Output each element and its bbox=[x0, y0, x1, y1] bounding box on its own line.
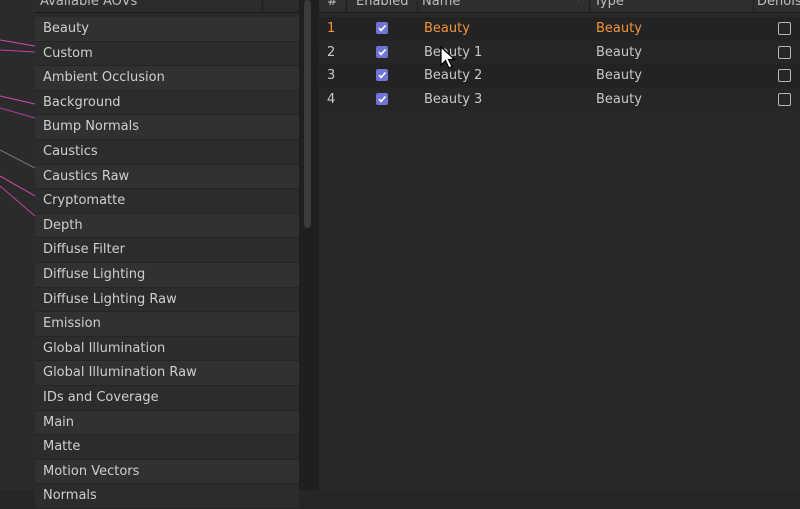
layer-type: Beauty bbox=[596, 91, 642, 107]
denoise-checkbox[interactable] bbox=[778, 22, 791, 36]
available-aovs-list: Beauty Custom Ambient Occlusion Backgrou… bbox=[35, 17, 299, 509]
aov-layers-panel: # Enabled Name ▼ Type Denoise 1 Beauty B… bbox=[319, 0, 800, 490]
column-header-type[interactable]: Type bbox=[590, 0, 754, 12]
layer-name[interactable]: Beauty bbox=[424, 17, 470, 41]
enabled-checkbox[interactable] bbox=[376, 69, 388, 83]
aov-item[interactable]: Diffuse Lighting bbox=[35, 262, 299, 288]
aov-item[interactable]: Normals bbox=[35, 484, 299, 509]
aov-item[interactable]: Bump Normals bbox=[35, 115, 299, 140]
column-header-enabled[interactable]: Enabled bbox=[352, 0, 418, 12]
aov-layer-row[interactable]: 3 Beauty 2 Beauty bbox=[319, 64, 800, 88]
aov-item[interactable]: Caustics bbox=[35, 139, 299, 165]
enabled-checkbox[interactable] bbox=[376, 22, 388, 36]
layer-name[interactable]: Beauty 3 bbox=[424, 88, 482, 112]
row-number: 4 bbox=[327, 91, 336, 107]
aov-item[interactable]: Diffuse Lighting Raw bbox=[35, 287, 299, 313]
aov-item[interactable]: Matte bbox=[35, 435, 299, 460]
checkmark-icon bbox=[376, 92, 388, 105]
column-header-number[interactable]: # bbox=[319, 0, 347, 12]
enabled-checkbox[interactable] bbox=[376, 92, 388, 107]
aov-item[interactable]: Background bbox=[35, 90, 299, 116]
aov-item[interactable]: Main bbox=[35, 410, 299, 436]
aov-item[interactable]: Global Illumination bbox=[35, 336, 299, 362]
layer-type: Beauty bbox=[596, 21, 642, 36]
mouse-pointer-icon bbox=[440, 46, 456, 69]
aov-item[interactable]: IDs and Coverage bbox=[35, 385, 299, 411]
aov-layer-row[interactable]: 4 Beauty 3 Beauty bbox=[319, 87, 800, 112]
sort-descending-icon: ▼ bbox=[576, 0, 581, 2]
checkmark-icon bbox=[376, 45, 388, 58]
aov-item[interactable]: Beauty bbox=[35, 17, 299, 42]
aov-item[interactable]: Ambient Occlusion bbox=[35, 66, 299, 91]
aov-item[interactable]: Diffuse Filter bbox=[35, 238, 299, 263]
aov-list-scroll-thumb[interactable] bbox=[304, 0, 311, 228]
column-header-name[interactable]: Name bbox=[418, 0, 590, 12]
aov-item[interactable]: Global Illumination Raw bbox=[35, 361, 299, 386]
available-aovs-header-spacer bbox=[263, 0, 299, 12]
available-aovs-panel: Available AOVs Beauty Custom Ambient Occ… bbox=[35, 0, 299, 509]
aov-item[interactable]: Motion Vectors bbox=[35, 459, 299, 485]
aov-item[interactable]: Emission bbox=[35, 312, 299, 337]
checkmark-icon bbox=[376, 69, 388, 82]
aov-layers-header: # Enabled Name ▼ Type Denoise bbox=[319, 0, 800, 13]
layer-type: Beauty bbox=[596, 44, 642, 60]
layer-type: Beauty bbox=[596, 68, 642, 84]
available-aovs-header: Available AOVs bbox=[35, 0, 299, 13]
aov-item[interactable]: Depth bbox=[35, 213, 299, 239]
row-number: 2 bbox=[327, 44, 336, 60]
row-number: 3 bbox=[327, 68, 336, 84]
enabled-checkbox[interactable] bbox=[376, 45, 388, 60]
viewport-wire-lines bbox=[0, 39, 35, 217]
checkmark-icon bbox=[376, 22, 388, 34]
column-header-denoise[interactable]: Denoise bbox=[754, 0, 800, 12]
denoise-checkbox[interactable] bbox=[778, 69, 791, 83]
row-number: 1 bbox=[327, 21, 336, 36]
denoise-checkbox[interactable] bbox=[778, 92, 791, 107]
viewport-strip[interactable] bbox=[0, 0, 35, 490]
aov-item[interactable]: Caustics Raw bbox=[35, 164, 299, 190]
aov-item[interactable]: Cryptomatte bbox=[35, 189, 299, 214]
aov-layer-row[interactable]: 1 Beauty Beauty bbox=[319, 17, 800, 41]
aov-item[interactable]: Custom bbox=[35, 41, 299, 67]
aov-layer-row[interactable]: 2 Beauty 1 Beauty bbox=[319, 40, 800, 65]
available-aovs-title[interactable]: Available AOVs bbox=[35, 0, 263, 12]
denoise-checkbox[interactable] bbox=[778, 45, 791, 60]
